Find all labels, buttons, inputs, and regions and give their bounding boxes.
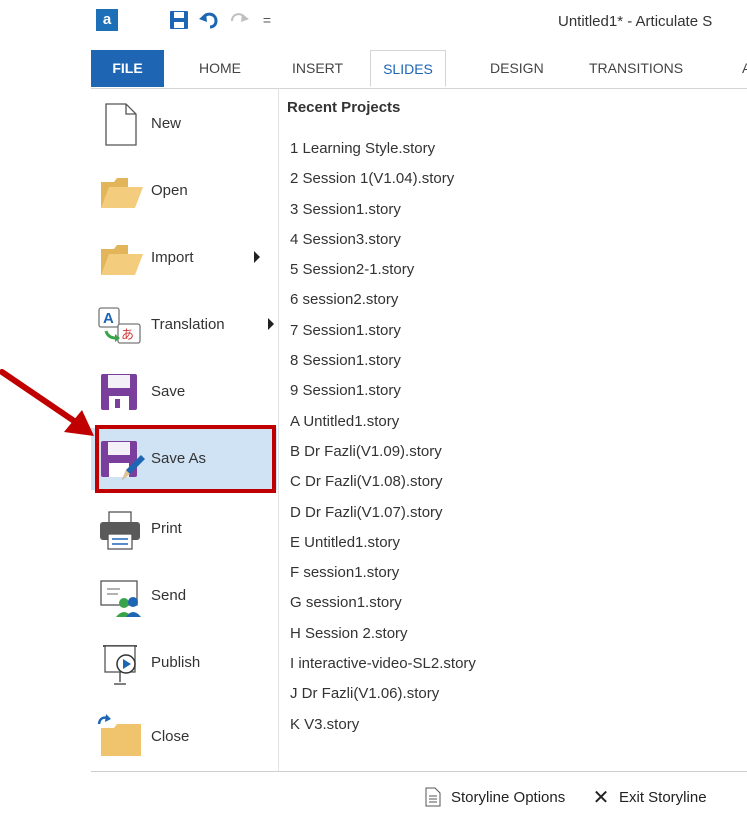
menu-label-close: Close xyxy=(151,728,190,745)
recent-project-item[interactable]: F session1.story xyxy=(290,558,476,588)
menu-item-save[interactable]: Save xyxy=(91,361,277,423)
menu-item-translation[interactable]: A あ Translation xyxy=(91,294,277,356)
tab-home[interactable]: HOME xyxy=(199,50,241,87)
save-as-highlight-frame xyxy=(95,425,276,493)
recent-project-item[interactable]: J Dr Fazli(V1.06).story xyxy=(290,679,476,709)
recent-project-item[interactable]: 4 Session3.story xyxy=(290,225,476,255)
menu-item-open[interactable]: Open xyxy=(91,160,277,222)
new-document-icon xyxy=(105,103,137,146)
recent-project-item[interactable]: 6 session2.story xyxy=(290,285,476,315)
menu-item-new[interactable]: New xyxy=(91,93,277,155)
storyline-options-button[interactable]: Storyline Options xyxy=(423,785,565,809)
svg-text:A: A xyxy=(103,310,114,327)
recent-project-item[interactable]: I interactive-video-SL2.story xyxy=(290,649,476,679)
menu-label-print: Print xyxy=(151,520,182,537)
menu-item-send[interactable]: Send xyxy=(91,565,277,627)
save-icon xyxy=(170,11,188,29)
undo-button[interactable] xyxy=(197,8,221,32)
exit-storyline-button[interactable]: ✕ Exit Storyline xyxy=(591,785,707,809)
recent-project-item[interactable]: 3 Session1.story xyxy=(290,195,476,225)
recent-projects-heading: Recent Projects xyxy=(287,99,401,116)
tab-slides[interactable]: SLIDES xyxy=(370,50,446,87)
quick-save-button[interactable] xyxy=(167,8,191,32)
submenu-arrow-icon xyxy=(254,251,260,263)
redo-button[interactable] xyxy=(227,8,251,32)
recent-project-item[interactable]: 8 Session1.story xyxy=(290,346,476,376)
customize-icon: = xyxy=(262,12,272,28)
close-x-icon: ✕ xyxy=(592,786,610,809)
recent-project-item[interactable]: 5 Session2-1.story xyxy=(290,255,476,285)
tab-file[interactable]: FILE xyxy=(91,50,164,87)
exit-storyline-label: Exit Storyline xyxy=(619,788,707,806)
recent-project-item[interactable]: E Untitled1.story xyxy=(290,528,476,558)
tab-insert[interactable]: INSERT xyxy=(292,50,343,87)
close-folder-icon xyxy=(97,714,141,756)
title-bar: a = Untitled1* - Articulate S xyxy=(91,0,747,46)
recent-project-item[interactable]: B Dr Fazli(V1.09).story xyxy=(290,437,476,467)
menu-label-translation: Translation xyxy=(151,316,225,333)
recent-project-item[interactable]: 9 Session1.story xyxy=(290,376,476,406)
menu-label-save: Save xyxy=(151,383,186,400)
menu-label-new: New xyxy=(151,115,182,132)
storyline-app-icon[interactable]: a xyxy=(96,9,118,31)
menu-label-send: Send xyxy=(151,587,187,604)
ribbon-tabs: FILE HOME INSERT SLIDES DESIGN TRANSITIO… xyxy=(91,50,747,89)
recent-project-item[interactable]: 7 Session1.story xyxy=(290,316,476,346)
storyline-options-label: Storyline Options xyxy=(451,788,566,806)
send-icon xyxy=(100,580,141,617)
submenu-arrow-icon xyxy=(268,318,274,330)
recent-project-item[interactable]: 2 Session 1(V1.04).story xyxy=(290,164,476,194)
recent-project-item[interactable]: G session1.story xyxy=(290,588,476,618)
menu-label-publish: Publish xyxy=(151,654,201,671)
recent-project-item[interactable]: D Dr Fazli(V1.07).story xyxy=(290,498,476,528)
menu-label-import: Import xyxy=(151,249,194,266)
recent-project-item[interactable]: H Session 2.story xyxy=(290,619,476,649)
import-folder-icon xyxy=(101,245,143,275)
menu-item-print[interactable]: Print xyxy=(91,498,277,560)
tab-transitions[interactable]: TRANSITIONS xyxy=(589,50,683,87)
menu-item-publish[interactable]: Publish xyxy=(91,632,277,694)
options-document-icon xyxy=(423,786,443,808)
undo-icon xyxy=(199,12,218,29)
menu-divider xyxy=(278,88,279,771)
svg-text:あ: あ xyxy=(121,328,134,343)
bottom-divider xyxy=(91,771,747,772)
customize-quick-access-button[interactable]: = xyxy=(257,8,277,32)
recent-project-item[interactable]: K V3.story xyxy=(290,710,476,740)
printer-icon xyxy=(100,511,140,550)
recent-projects-list: 1 Learning Style.story 2 Session 1(V1.04… xyxy=(290,134,476,740)
tab-truncated[interactable]: A xyxy=(742,50,747,87)
menu-item-import[interactable]: Import xyxy=(91,227,277,289)
tab-design[interactable]: DESIGN xyxy=(490,50,544,87)
redo-icon xyxy=(231,13,249,22)
publish-icon xyxy=(103,645,137,685)
recent-project-item[interactable]: 1 Learning Style.story xyxy=(290,134,476,164)
menu-item-close[interactable]: Close xyxy=(91,706,277,768)
annotation-arrow-icon xyxy=(0,369,94,436)
open-folder-icon xyxy=(101,178,143,208)
menu-label-open: Open xyxy=(151,182,188,199)
recent-project-item[interactable]: C Dr Fazli(V1.08).story xyxy=(290,467,476,497)
recent-project-item[interactable]: A Untitled1.story xyxy=(290,407,476,437)
window-title: Untitled1* - Articulate S xyxy=(558,13,713,30)
